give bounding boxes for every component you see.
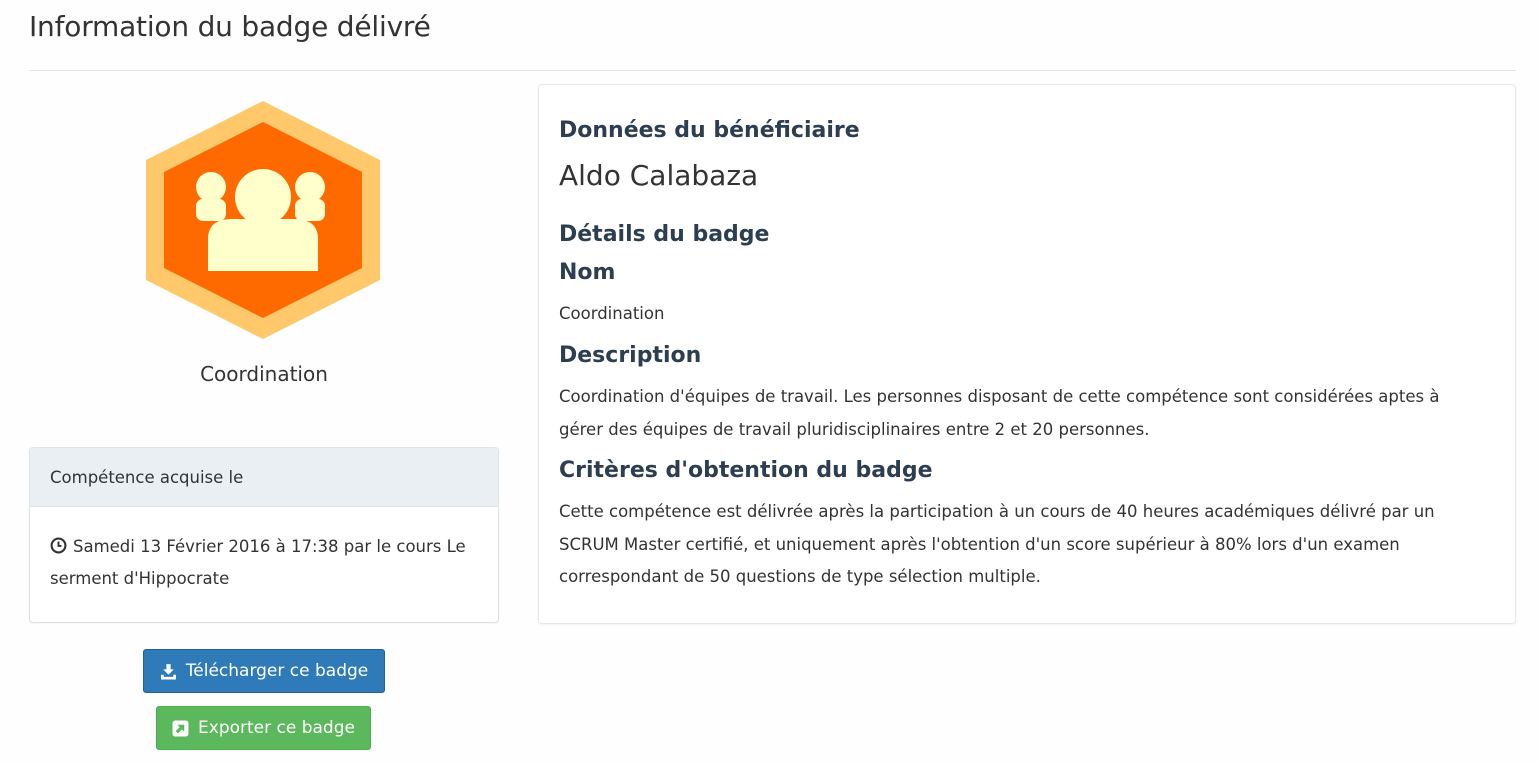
badge-image [146, 101, 380, 339]
acquired-panel-body: Samedi 13 Février 2016 à 17:38 par le co… [30, 507, 498, 595]
beneficiary-name: Aldo Calabaza [559, 159, 759, 192]
criteria-text: Cette compétence est délivrée après la p… [559, 502, 1435, 586]
beneficiary-heading: Données du bénéficiaire [559, 118, 860, 143]
name-heading: Nom [559, 260, 616, 285]
external-link-icon [172, 720, 189, 736]
acquired-panel-heading: Compétence acquise le [30, 448, 498, 507]
download-badge-button[interactable]: Télécharger ce badge [143, 649, 385, 693]
people-group-icon [196, 169, 325, 271]
download-icon [160, 663, 176, 679]
acquired-panel: Compétence acquise le Samedi 13 Février … [29, 447, 499, 623]
acquired-date-text: Samedi 13 Février 2016 à 17:38 par le co… [50, 537, 466, 588]
page-title: Information du badge délivré [29, 10, 431, 43]
title-divider [29, 70, 1516, 71]
download-button-label: Télécharger ce badge [185, 661, 369, 681]
badge-details-panel: Données du bénéficiaire Aldo Calabaza Dé… [538, 84, 1516, 624]
badge-details-heading: Détails du badge [559, 222, 770, 247]
export-button-label: Exporter ce badge [198, 718, 355, 738]
export-badge-button[interactable]: Exporter ce badge [156, 706, 371, 750]
clock-icon [50, 537, 67, 554]
description-text: Coordination d'équipes de travail. Les p… [559, 387, 1440, 439]
name-value: Coordination [559, 304, 665, 323]
criteria-heading: Critères d'obtention du badge [559, 458, 933, 483]
badge-caption: Coordination [200, 362, 328, 386]
description-heading: Description [559, 343, 702, 368]
